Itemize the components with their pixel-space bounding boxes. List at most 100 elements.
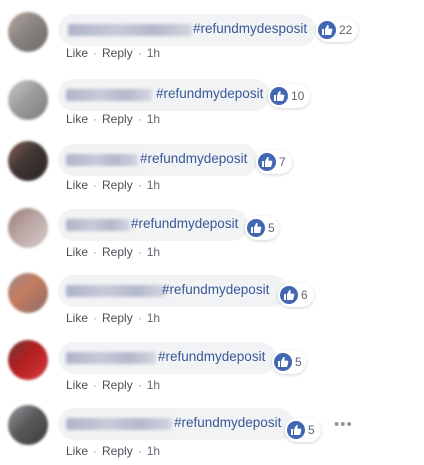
like-link[interactable]: Like xyxy=(66,311,88,325)
separator: · xyxy=(93,245,98,259)
reaction-count[interactable]: 6 xyxy=(278,283,314,307)
comment-item: #refundmydeposit 6 Like · Reply · 1h xyxy=(0,271,424,331)
like-count: 7 xyxy=(279,155,286,169)
hashtag-link[interactable]: #refundmydesposit xyxy=(193,21,307,36)
avatar[interactable] xyxy=(8,405,48,445)
separator: · xyxy=(137,46,142,60)
reaction-count[interactable]: 5 xyxy=(285,418,321,442)
like-link[interactable]: Like xyxy=(66,245,88,259)
hashtag-link[interactable]: #refundmydeposit xyxy=(158,349,265,364)
redacted-username xyxy=(66,418,172,430)
like-count: 5 xyxy=(295,355,302,369)
comment-bubble: #refundmydeposit xyxy=(58,408,294,440)
thumbs-up-icon xyxy=(274,353,292,371)
reaction-count[interactable]: 10 xyxy=(268,84,310,108)
thumbs-up-icon xyxy=(318,21,336,39)
like-link[interactable]: Like xyxy=(66,444,88,458)
hashtag-link[interactable]: #refundmydeposit xyxy=(174,415,281,430)
avatar[interactable] xyxy=(8,80,48,120)
like-count: 5 xyxy=(308,423,315,437)
timestamp[interactable]: 1h xyxy=(147,46,160,60)
more-options-icon[interactable]: ••• xyxy=(334,416,353,433)
separator: · xyxy=(93,444,98,458)
reply-link[interactable]: Reply xyxy=(102,245,133,259)
comment-bubble: #refundmydeposit xyxy=(58,275,288,307)
comment-actions: Like · Reply · 1h xyxy=(66,444,160,458)
comment-actions: Like · Reply · 1h xyxy=(66,46,160,60)
comment-bubble: #refundmydeposit xyxy=(58,79,270,111)
hashtag-link[interactable]: #refundmydeposit xyxy=(140,151,247,166)
reaction-count[interactable]: 5 xyxy=(245,216,279,240)
thumbs-up-icon xyxy=(258,153,276,171)
reply-link[interactable]: Reply xyxy=(102,178,133,192)
timestamp[interactable]: 1h xyxy=(147,245,160,259)
avatar[interactable] xyxy=(8,208,48,248)
like-link[interactable]: Like xyxy=(66,378,88,392)
redacted-username xyxy=(66,285,166,297)
comment-item: #refundmydeposit 5 Like · Reply · 1h xyxy=(0,338,424,398)
reply-link[interactable]: Reply xyxy=(102,311,133,325)
hashtag-link[interactable]: #refundmydeposit xyxy=(156,86,263,101)
thumbs-up-icon xyxy=(287,421,305,439)
thumbs-up-icon xyxy=(247,219,265,237)
redacted-username xyxy=(66,352,156,364)
reaction-count[interactable]: 7 xyxy=(256,150,292,174)
avatar[interactable] xyxy=(8,340,48,380)
comment-bubble: #refundmydeposit xyxy=(58,342,276,374)
separator: · xyxy=(93,112,98,126)
comment-item: #refundmydeposit 5 ••• Like · Reply · 1h xyxy=(0,404,424,464)
reaction-count[interactable]: 5 xyxy=(272,350,306,374)
comment-actions: Like · Reply · 1h xyxy=(66,245,160,259)
comment-actions: Like · Reply · 1h xyxy=(66,178,160,192)
timestamp[interactable]: 1h xyxy=(147,311,160,325)
hashtag-link[interactable]: #refundmydeposit xyxy=(162,282,269,297)
like-link[interactable]: Like xyxy=(66,46,88,60)
reply-link[interactable]: Reply xyxy=(102,46,133,60)
avatar[interactable] xyxy=(8,273,48,313)
reaction-count[interactable]: 22 xyxy=(316,18,358,42)
comment-item: #refundmydeposit 5 Like · Reply · 1h xyxy=(0,206,424,266)
comment-item: #refundmydesposit 22 Like · Reply · 1h xyxy=(0,8,424,68)
timestamp[interactable]: 1h xyxy=(147,378,160,392)
comment-bubble: #refundmydesposit xyxy=(58,14,316,46)
like-link[interactable]: Like xyxy=(66,112,88,126)
like-count: 22 xyxy=(339,23,353,37)
thumbs-up-icon xyxy=(270,87,288,105)
hashtag-link[interactable]: #refundmydeposit xyxy=(131,216,238,231)
comment-bubble: #refundmydeposit xyxy=(58,209,248,241)
separator: · xyxy=(137,245,142,259)
comment-actions: Like · Reply · 1h xyxy=(66,112,160,126)
like-count: 5 xyxy=(268,221,275,235)
separator: · xyxy=(93,311,98,325)
like-count: 6 xyxy=(301,288,308,302)
separator: · xyxy=(137,311,142,325)
comment-actions: Like · Reply · 1h xyxy=(66,311,160,325)
comment-bubble: #refundmydeposit xyxy=(58,144,258,176)
like-link[interactable]: Like xyxy=(66,178,88,192)
redacted-username xyxy=(66,219,130,231)
avatar[interactable] xyxy=(8,12,48,52)
separator: · xyxy=(137,178,142,192)
avatar[interactable] xyxy=(8,141,48,181)
reply-link[interactable]: Reply xyxy=(102,378,133,392)
reply-link[interactable]: Reply xyxy=(102,444,133,458)
separator: · xyxy=(137,378,142,392)
redacted-username xyxy=(66,154,138,166)
redacted-username xyxy=(68,24,192,36)
separator: · xyxy=(137,444,142,458)
separator: · xyxy=(93,178,98,192)
timestamp[interactable]: 1h xyxy=(147,112,160,126)
separator: · xyxy=(93,46,98,60)
reply-link[interactable]: Reply xyxy=(102,112,133,126)
timestamp[interactable]: 1h xyxy=(147,178,160,192)
comment-item: #refundmydeposit 10 Like · Reply · 1h xyxy=(0,76,424,136)
redacted-username xyxy=(66,89,152,101)
timestamp[interactable]: 1h xyxy=(147,444,160,458)
thumbs-up-icon xyxy=(280,286,298,304)
like-count: 10 xyxy=(291,89,305,103)
separator: · xyxy=(137,112,142,126)
separator: · xyxy=(93,378,98,392)
comment-item: #refundmydeposit 7 Like · Reply · 1h xyxy=(0,141,424,201)
comment-feed: #refundmydesposit 22 Like · Reply · 1h #refu… xyxy=(0,0,424,465)
comment-actions: Like · Reply · 1h xyxy=(66,378,160,392)
